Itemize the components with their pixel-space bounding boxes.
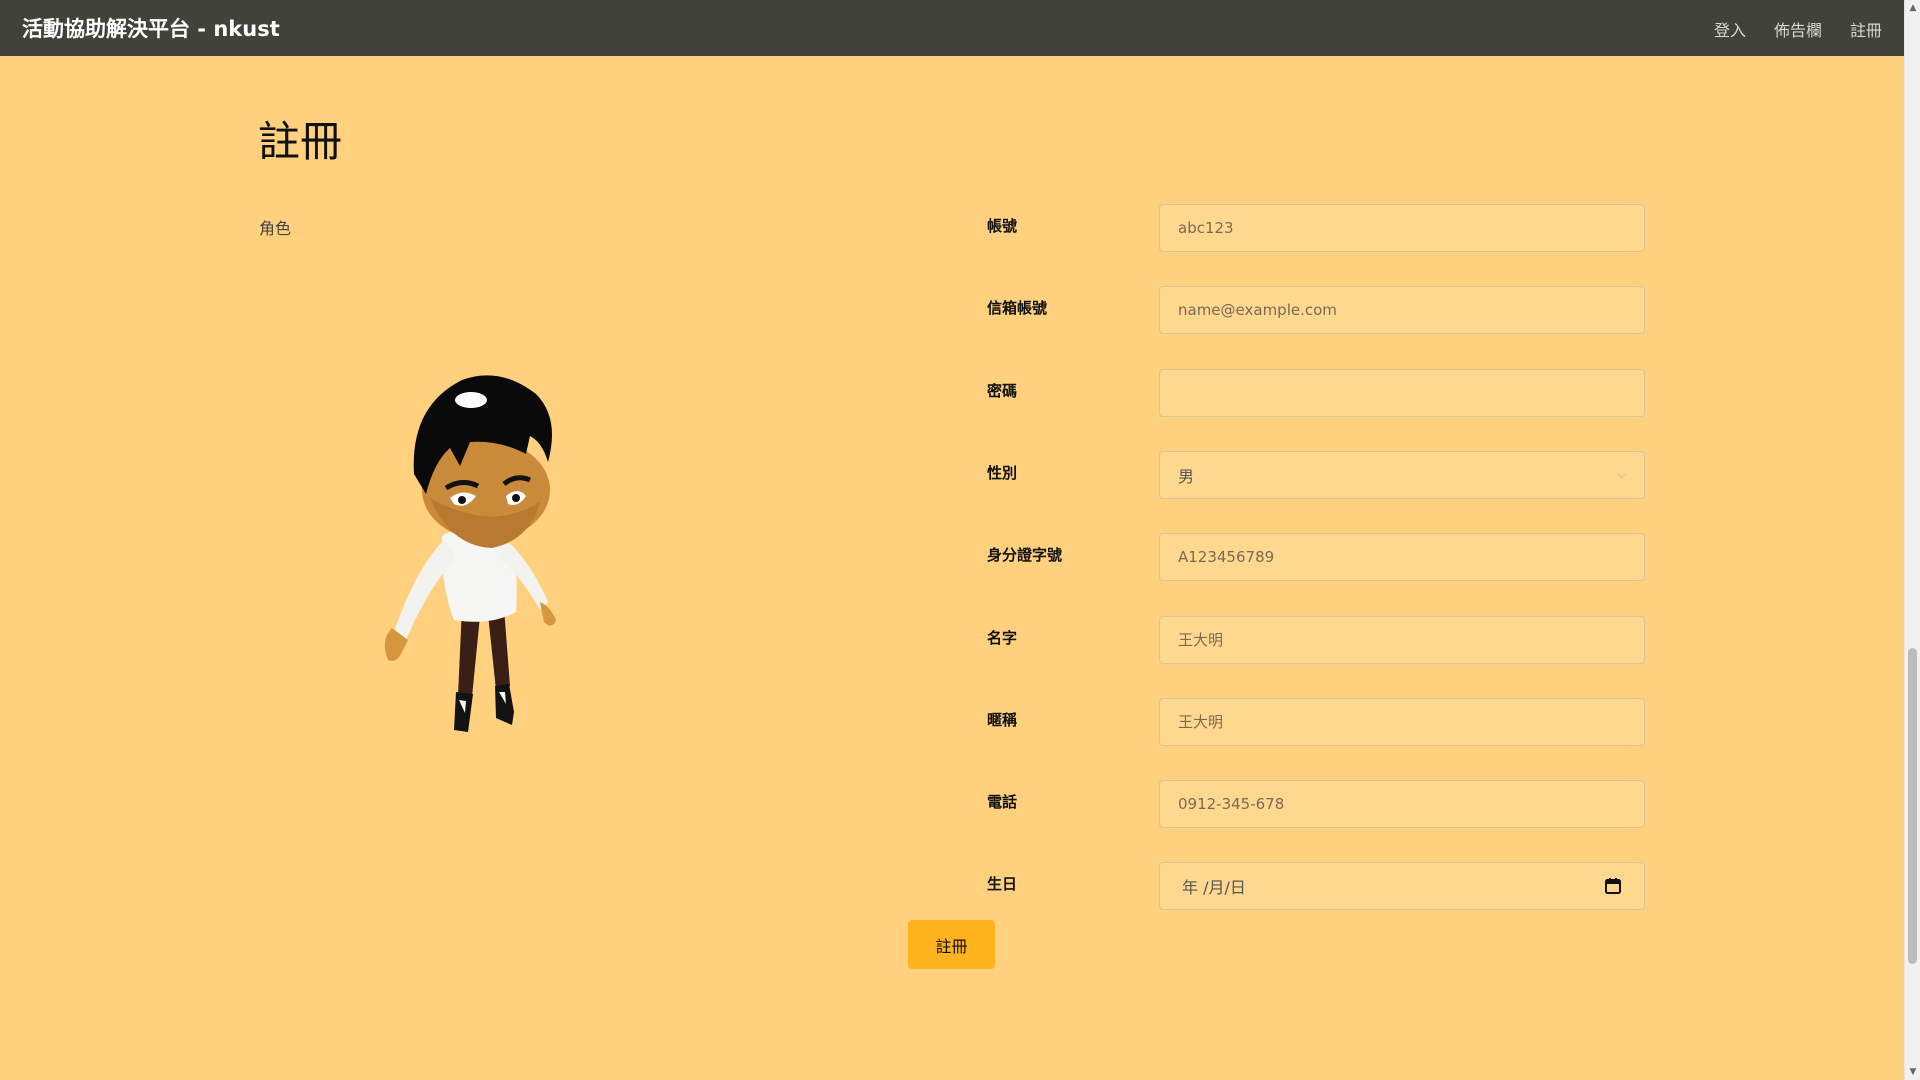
scroll-down-arrow-icon[interactable]: ▼	[1905, 1064, 1920, 1080]
birthday-label: 生日	[987, 875, 1018, 893]
form-row-nickname: 暱稱	[987, 698, 1647, 757]
character-avatar[interactable]	[370, 370, 620, 750]
form-row-gender: 性別 男 ⌵	[987, 451, 1647, 510]
gender-select[interactable]: 男 ⌵	[1159, 451, 1645, 499]
register-submit-button[interactable]: 註冊	[908, 920, 995, 969]
form-row-username: 帳號	[987, 204, 1647, 263]
nav-links: 登入 佈告欄 註冊	[1714, 17, 1882, 41]
brand-title[interactable]: 活動協助解決平台 - nkust	[22, 13, 280, 43]
form-row-phone: 電話	[987, 780, 1647, 839]
navbar: 活動協助解決平台 - nkust 登入 佈告欄 註冊	[0, 0, 1904, 56]
nav-bulletin-link[interactable]: 佈告欄	[1774, 17, 1822, 41]
nav-login-link[interactable]: 登入	[1714, 17, 1746, 41]
password-label: 密碼	[987, 382, 1018, 400]
name-input[interactable]	[1159, 616, 1645, 664]
form-row-password: 密碼	[987, 369, 1647, 428]
form-row-email: 信箱帳號	[987, 286, 1647, 345]
calendar-icon[interactable]	[1604, 877, 1622, 895]
page-title: 註冊	[258, 117, 343, 166]
form-row-id-number: 身分證字號	[987, 533, 1647, 592]
name-label: 名字	[987, 629, 1018, 647]
username-label: 帳號	[987, 217, 1018, 235]
birthday-date-display: 年 /月/日	[1182, 878, 1246, 897]
username-input[interactable]	[1159, 204, 1645, 252]
id-number-input[interactable]	[1159, 533, 1645, 581]
phone-input[interactable]	[1159, 780, 1645, 828]
nickname-label: 暱稱	[987, 711, 1018, 729]
chevron-down-icon: ⌵	[1617, 468, 1626, 481]
id-number-label: 身分證字號	[987, 546, 1063, 564]
email-input[interactable]	[1159, 286, 1645, 334]
gender-label: 性別	[987, 464, 1018, 482]
form-row-birthday: 生日 年 /月/日	[987, 862, 1647, 921]
password-input[interactable]	[1159, 369, 1645, 417]
page-scrollbar[interactable]: ▲ ▼	[1904, 0, 1920, 1080]
gender-selected-value: 男	[1178, 467, 1195, 486]
form-row-name: 名字	[987, 616, 1647, 675]
nav-register-link[interactable]: 註冊	[1850, 17, 1882, 41]
role-label: 角色	[259, 219, 292, 238]
scrollbar-thumb[interactable]	[1908, 648, 1917, 964]
email-label: 信箱帳號	[987, 299, 1048, 317]
phone-label: 電話	[987, 793, 1018, 811]
scroll-up-arrow-icon[interactable]: ▲	[1905, 0, 1920, 16]
nickname-input[interactable]	[1159, 698, 1645, 746]
birthday-date-input[interactable]: 年 /月/日	[1159, 862, 1645, 910]
